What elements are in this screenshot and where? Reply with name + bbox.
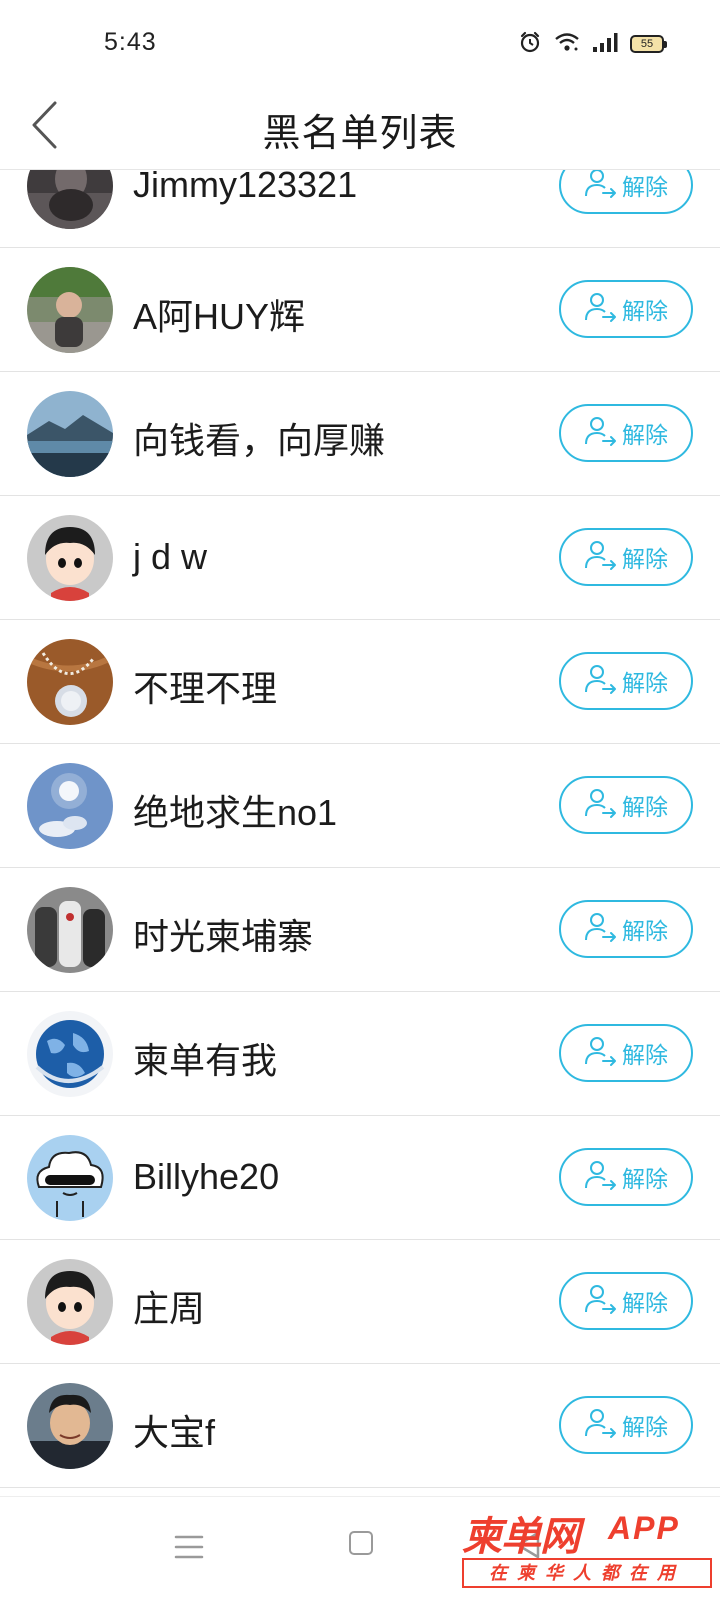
unblock-button[interactable]: 解除 (559, 1024, 693, 1082)
user-remove-arrow-icon (584, 414, 618, 453)
list-item: Jimmy123321 解除 (0, 170, 720, 248)
user-remove-arrow-icon (584, 786, 618, 825)
user-name: 不理不理 (133, 668, 278, 709)
list-item: A阿HUY辉 解除 (0, 248, 720, 372)
list-item: 柬单有我 解除 (0, 992, 720, 1116)
status-bar: 5:43 55 (0, 0, 720, 84)
watermark-tagline: 在柬华人都在用 (462, 1558, 712, 1588)
avatar (27, 1011, 113, 1097)
signal-icon (592, 31, 618, 58)
avatar (27, 887, 113, 973)
unblock-label: 解除 (622, 918, 668, 944)
user-remove-arrow-icon (584, 538, 618, 577)
avatar (27, 515, 113, 601)
user-name: Jimmy123321 (133, 170, 358, 205)
list-item: j d w 解除 (0, 496, 720, 620)
list-item: 大宝f 解除 (0, 1364, 720, 1488)
unblock-button[interactable]: 解除 (559, 1148, 693, 1206)
watermark-logo: 柬单网 APP 在柬华人都在用 (462, 1504, 714, 1596)
unblock-label: 解除 (622, 670, 668, 696)
unblock-button[interactable]: 解除 (559, 170, 693, 214)
unblock-label: 解除 (622, 1290, 668, 1316)
user-remove-arrow-icon (584, 1406, 618, 1445)
unblock-button[interactable]: 解除 (559, 280, 693, 338)
user-remove-arrow-icon (584, 170, 618, 205)
user-remove-arrow-icon (584, 1158, 618, 1197)
user-remove-arrow-icon (584, 290, 618, 329)
status-icons: 55 (518, 30, 667, 59)
user-name: 庄周 (133, 1288, 206, 1329)
list-item: Billyhe20 解除 (0, 1116, 720, 1240)
unblock-button[interactable]: 解除 (559, 652, 693, 710)
unblock-button[interactable]: 解除 (559, 404, 693, 462)
avatar (27, 1135, 113, 1221)
unblock-button[interactable]: 解除 (559, 528, 693, 586)
unblock-label: 解除 (622, 422, 668, 448)
status-time: 5:43 (104, 28, 157, 56)
user-name: 柬单有我 (133, 1040, 278, 1081)
user-name: A阿HUY辉 (133, 296, 306, 337)
header: 黑名单列表 (0, 84, 720, 170)
battery-icon: 55 (630, 35, 667, 53)
home-square-icon[interactable] (349, 1531, 373, 1555)
list-item: 庄周 解除 (0, 1240, 720, 1364)
user-name: j d w (133, 536, 208, 577)
avatar (27, 1259, 113, 1345)
unblock-label: 解除 (622, 298, 668, 324)
unblock-button[interactable]: 解除 (559, 1396, 693, 1454)
unblock-label: 解除 (622, 546, 668, 572)
user-remove-arrow-icon (584, 910, 618, 949)
unblock-button[interactable]: 解除 (559, 776, 693, 834)
user-remove-arrow-icon (584, 662, 618, 701)
unblock-button[interactable]: 解除 (559, 1272, 693, 1330)
user-name: 时光柬埔寨 (133, 916, 314, 957)
unblock-label: 解除 (622, 1042, 668, 1068)
avatar (27, 639, 113, 725)
avatar (27, 763, 113, 849)
unblock-label: 解除 (622, 794, 668, 820)
avatar (27, 170, 113, 229)
page-title: 黑名单列表 (262, 113, 458, 155)
blacklist[interactable]: Jimmy123321 解除 A阿HUY辉 解除 向钱看，向厚赚 解除 j d … (0, 170, 720, 1496)
list-item: 向钱看，向厚赚 解除 (0, 372, 720, 496)
alarm-icon (518, 30, 542, 59)
unblock-label: 解除 (622, 1166, 668, 1192)
user-name: 绝地求生no1 (133, 792, 338, 833)
list-item: 不理不理 解除 (0, 620, 720, 744)
wifi-icon (554, 31, 580, 58)
user-name: Billyhe20 (133, 1156, 280, 1197)
list-item: 时光柬埔寨 解除 (0, 868, 720, 992)
user-remove-arrow-icon (584, 1034, 618, 1073)
watermark-suffix: APP (608, 1510, 680, 1546)
unblock-label: 解除 (622, 174, 668, 200)
user-remove-arrow-icon (584, 1282, 618, 1321)
avatar (27, 1383, 113, 1469)
list-item: 绝地求生no1 解除 (0, 744, 720, 868)
user-name: 大宝f (133, 1412, 216, 1453)
avatar (27, 267, 113, 353)
watermark-brand: 柬单网 (462, 1515, 580, 1559)
unblock-label: 解除 (622, 1414, 668, 1440)
user-name: 向钱看，向厚赚 (133, 420, 386, 461)
menu-icon[interactable] (172, 1529, 206, 1565)
avatar (27, 391, 113, 477)
unblock-button[interactable]: 解除 (559, 900, 693, 958)
